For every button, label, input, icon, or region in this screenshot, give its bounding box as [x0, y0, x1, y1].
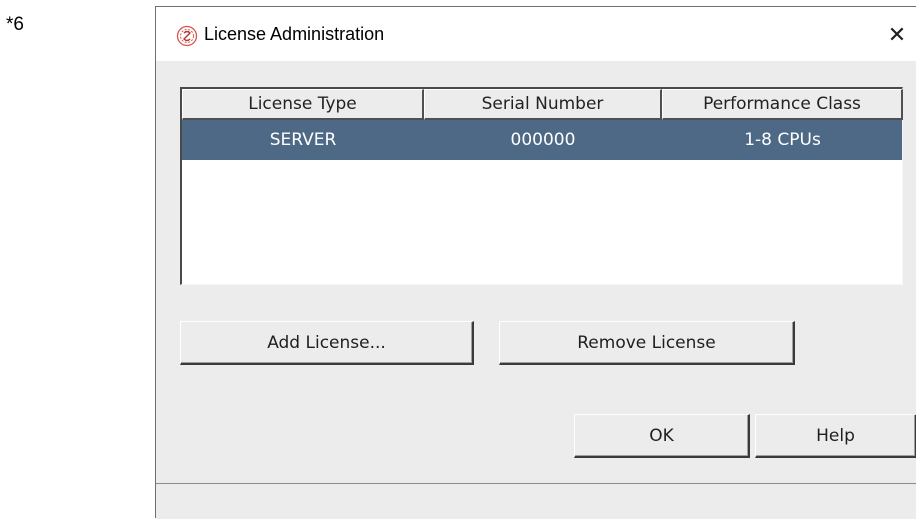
add-license-button[interactable]: Add License... [180, 321, 474, 365]
cell-serial-number: 000000 [510, 130, 576, 150]
cell-performance-class: 1-8 CPUs [744, 130, 821, 150]
column-header-license-type[interactable]: License Type [182, 89, 424, 120]
license-administration-dialog: License Administration ✕ License Type Se… [155, 6, 916, 519]
ok-button[interactable]: OK [574, 414, 750, 458]
column-header-serial-number[interactable]: Serial Number [424, 89, 662, 120]
close-icon[interactable]: ✕ [877, 17, 916, 53]
table-row[interactable]: SERVER 000000 1-8 CPUs [182, 120, 902, 160]
license-app-icon [176, 25, 198, 47]
cell-license-type: SERVER [269, 130, 337, 150]
window-title: License Administration [204, 24, 385, 44]
remove-license-button[interactable]: Remove License [499, 321, 795, 365]
title-bar: License Administration ✕ [156, 7, 916, 61]
column-header-performance-class[interactable]: Performance Class [662, 89, 903, 120]
footnote-label: *6 [6, 14, 24, 35]
help-button[interactable]: Help [755, 414, 916, 458]
status-bar [156, 483, 916, 519]
license-table: License Type Serial Number Performance C… [180, 87, 903, 285]
